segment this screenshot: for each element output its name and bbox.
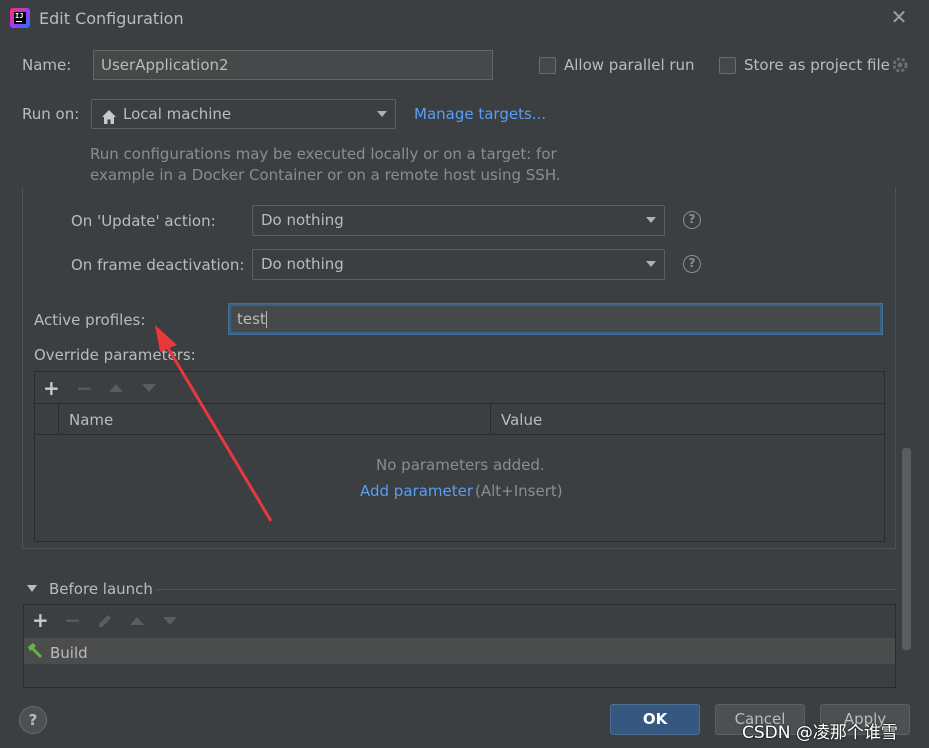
- annotation-arrow: [155, 325, 273, 522]
- watermark-text: CSDN @凌那个谁雪: [742, 723, 898, 743]
